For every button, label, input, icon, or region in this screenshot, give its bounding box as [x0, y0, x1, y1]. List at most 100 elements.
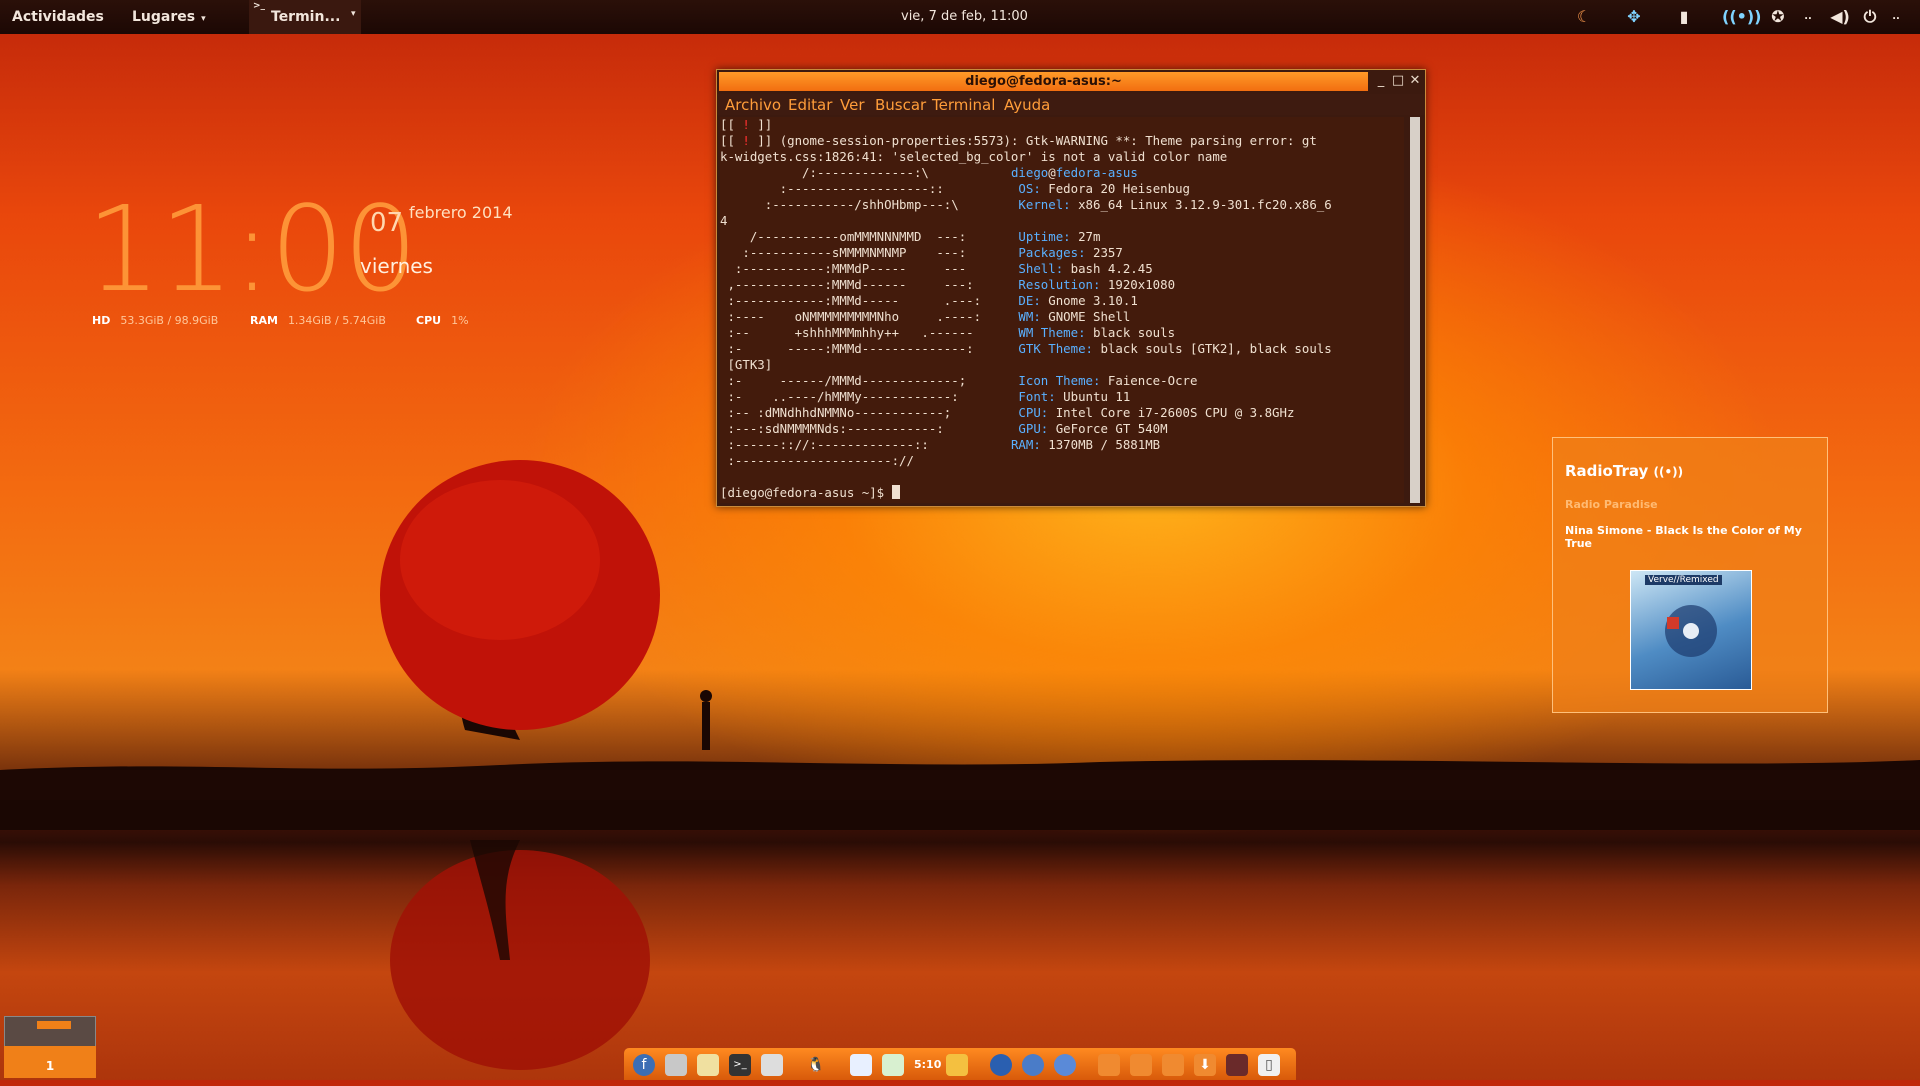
maximize-icon[interactable]: □ [1390, 72, 1406, 89]
volume-icon[interactable]: ◀) [1830, 8, 1850, 26]
terminal-text: Fedora 20 Heisenbug [1040, 181, 1190, 196]
desktop-clock-day: 07 [370, 208, 404, 238]
terminal-text: black souls [1085, 325, 1176, 340]
folder-icon[interactable] [1130, 1054, 1152, 1076]
terminal-icon[interactable]: >_ [729, 1054, 751, 1076]
terminal-text: :-----------/shhOHbmp---:\ [720, 197, 1019, 212]
terminal-text: /-----------omMMMNNNMMD ---: [720, 229, 1019, 244]
calculator-icon[interactable] [761, 1054, 783, 1076]
ram-stat: RAM 1.34GiB / 5.74GiB [250, 314, 386, 327]
fedora-icon[interactable]: f [633, 1054, 655, 1076]
terminal-line: :- ------/MMMd-------------; Icon Theme:… [720, 373, 1404, 389]
folder-icon[interactable] [1162, 1054, 1184, 1076]
info-key: Uptime: [1018, 229, 1071, 244]
power-icon[interactable]: ⏻ [1860, 8, 1880, 26]
hd-label: HD [92, 314, 111, 327]
files-icon[interactable] [665, 1054, 687, 1076]
terminal-text: black souls [GTK2], black souls [1093, 341, 1332, 356]
dock: f >_ 🐧 5:10 ⬇ ▯ [624, 1048, 1296, 1080]
radiotray-notification[interactable]: RadioTray ((•)) Radio Paradise Nina Simo… [1552, 437, 1828, 713]
terminal-line: [[ ! ]] [720, 117, 1404, 133]
radio-song: Nina Simone - Black Is the Color of My T… [1565, 524, 1802, 550]
radio-station: Radio Paradise [1565, 498, 1658, 511]
writer-icon[interactable] [850, 1054, 872, 1076]
pidgin-icon[interactable] [1054, 1054, 1076, 1076]
menu-ver[interactable]: Ver [840, 96, 865, 114]
terminal-line: :------:://:-------------:: RAM: 1370MB … [720, 437, 1404, 453]
terminal-text: 27m [1070, 229, 1101, 244]
terminal-app-icon: >_ [253, 1, 266, 11]
cpu-value: 1% [451, 314, 469, 327]
more-icon[interactable]: .. [1798, 8, 1818, 26]
places-menu[interactable]: Lugares ▾ [132, 9, 206, 25]
terminal-text: fedora-asus [1055, 165, 1138, 180]
menu-archivo[interactable]: Archivo [725, 96, 781, 114]
album-art: Verve//Remixed [1630, 570, 1752, 690]
desktop-clock-time: 11:00 [86, 180, 418, 318]
desktop-clock-month: febrero 2014 [409, 203, 513, 222]
terminal-line: :- -----:MMMd--------------: GTK Theme: … [720, 341, 1404, 357]
terminal-prompt[interactable]: [diego@fedora-asus ~]$ [720, 485, 1404, 501]
activities-button[interactable]: Actividades [12, 9, 104, 25]
terminal-text: :-------------------:: [720, 181, 1019, 196]
terminal-text: /:-------------:\ [720, 165, 1011, 180]
menu-ayuda[interactable]: Ayuda [1004, 96, 1050, 114]
terminal-text: :------------:MMMd----- .---: [720, 293, 1019, 308]
terminal-menubar: Archivo Editar Ver Buscar Terminal Ayuda [717, 94, 1425, 115]
tux-icon[interactable]: 🐧 [805, 1054, 827, 1076]
info-key: Packages: [1018, 245, 1086, 260]
accessibility-icon[interactable]: ✪ [1768, 8, 1788, 26]
usb-icon[interactable]: ▯ [1258, 1054, 1280, 1076]
info-key: GPU: [1018, 421, 1049, 436]
terminal-line: :-----------:MMMdP----- --- Shell: bash … [720, 261, 1404, 277]
clock-button[interactable]: vie, 7 de feb, 11:00 [901, 9, 1028, 24]
more-icon[interactable]: .. [1886, 8, 1906, 26]
chevron-down-icon: ▾ [351, 9, 356, 19]
terminal-text: Gnome 3.10.1 [1040, 293, 1138, 308]
info-key: Shell: [1018, 261, 1064, 276]
radiotray-title: RadioTray ((•)) [1565, 462, 1683, 480]
dock-clock[interactable]: 5:10 [914, 1054, 941, 1076]
app-menu-label: Termin... [271, 9, 341, 25]
workspace-number[interactable]: 1 [4, 1046, 96, 1078]
terminal-text: :---:sdNMMMMNds:------------: [720, 421, 1019, 436]
chrome-icon[interactable] [1022, 1054, 1044, 1076]
terminal-title[interactable]: diego@fedora-asus:~ [719, 72, 1368, 91]
minimize-icon[interactable]: _ [1373, 72, 1389, 89]
device-icon[interactable]: ▮ [1674, 8, 1694, 26]
radio-broadcast-icon: ((•)) [1653, 465, 1684, 479]
info-key: Kernel: [1018, 197, 1071, 212]
terminal-text: ,------------:MMMd------ ---: [720, 277, 1019, 292]
menu-editar[interactable]: Editar [788, 96, 832, 114]
prompt-text: [diego@fedora-asus ~]$ [720, 485, 892, 500]
terminal-line: :- ..----/hMMMy------------: Font: Ubunt… [720, 389, 1404, 405]
menu-terminal[interactable]: Terminal [932, 96, 995, 114]
dropbox-icon[interactable]: ✥ [1624, 8, 1644, 26]
terminal-scrollbar[interactable] [1410, 117, 1420, 503]
firefox-icon[interactable] [990, 1054, 1012, 1076]
close-icon[interactable]: ✕ [1407, 72, 1423, 89]
warning-mark: ! [742, 117, 758, 132]
download-icon[interactable]: ⬇ [1194, 1054, 1216, 1076]
terminal-text: @ [1048, 165, 1056, 180]
terminal-window[interactable]: diego@fedora-asus:~ _ □ ✕ Archivo Editar… [716, 69, 1426, 507]
weather-icon[interactable]: ☾ [1574, 8, 1594, 26]
draw-icon[interactable] [946, 1054, 968, 1076]
text-editor-icon[interactable] [697, 1054, 719, 1076]
info-key: GTK Theme: [1018, 341, 1094, 356]
workspace-thumbnail[interactable] [4, 1016, 96, 1048]
terminal-text: :- ------/MMMd-------------; [720, 373, 1019, 388]
photos-icon[interactable] [1226, 1054, 1248, 1076]
workspace-window-preview [37, 1021, 71, 1029]
info-key: RAM: [1010, 437, 1041, 452]
menu-buscar[interactable]: Buscar [875, 96, 926, 114]
terminal-line: k-widgets.css:1826:41: 'selected_bg_colo… [720, 149, 1228, 164]
radio-broadcast-icon[interactable]: ((•)) [1722, 8, 1761, 26]
app-menu[interactable]: >_ Termin... ▾ [249, 0, 361, 34]
info-key: diego [1010, 165, 1049, 180]
terminal-output[interactable]: [[ ! ]][[ ! ]] (gnome-session-properties… [720, 117, 1404, 503]
folder-icon[interactable] [1098, 1054, 1120, 1076]
calc-sheet-icon[interactable] [882, 1054, 904, 1076]
terminal-text: 1370MB / 5881MB [1040, 437, 1161, 452]
terminal-text: :- -----:MMMd--------------: [720, 341, 1019, 356]
